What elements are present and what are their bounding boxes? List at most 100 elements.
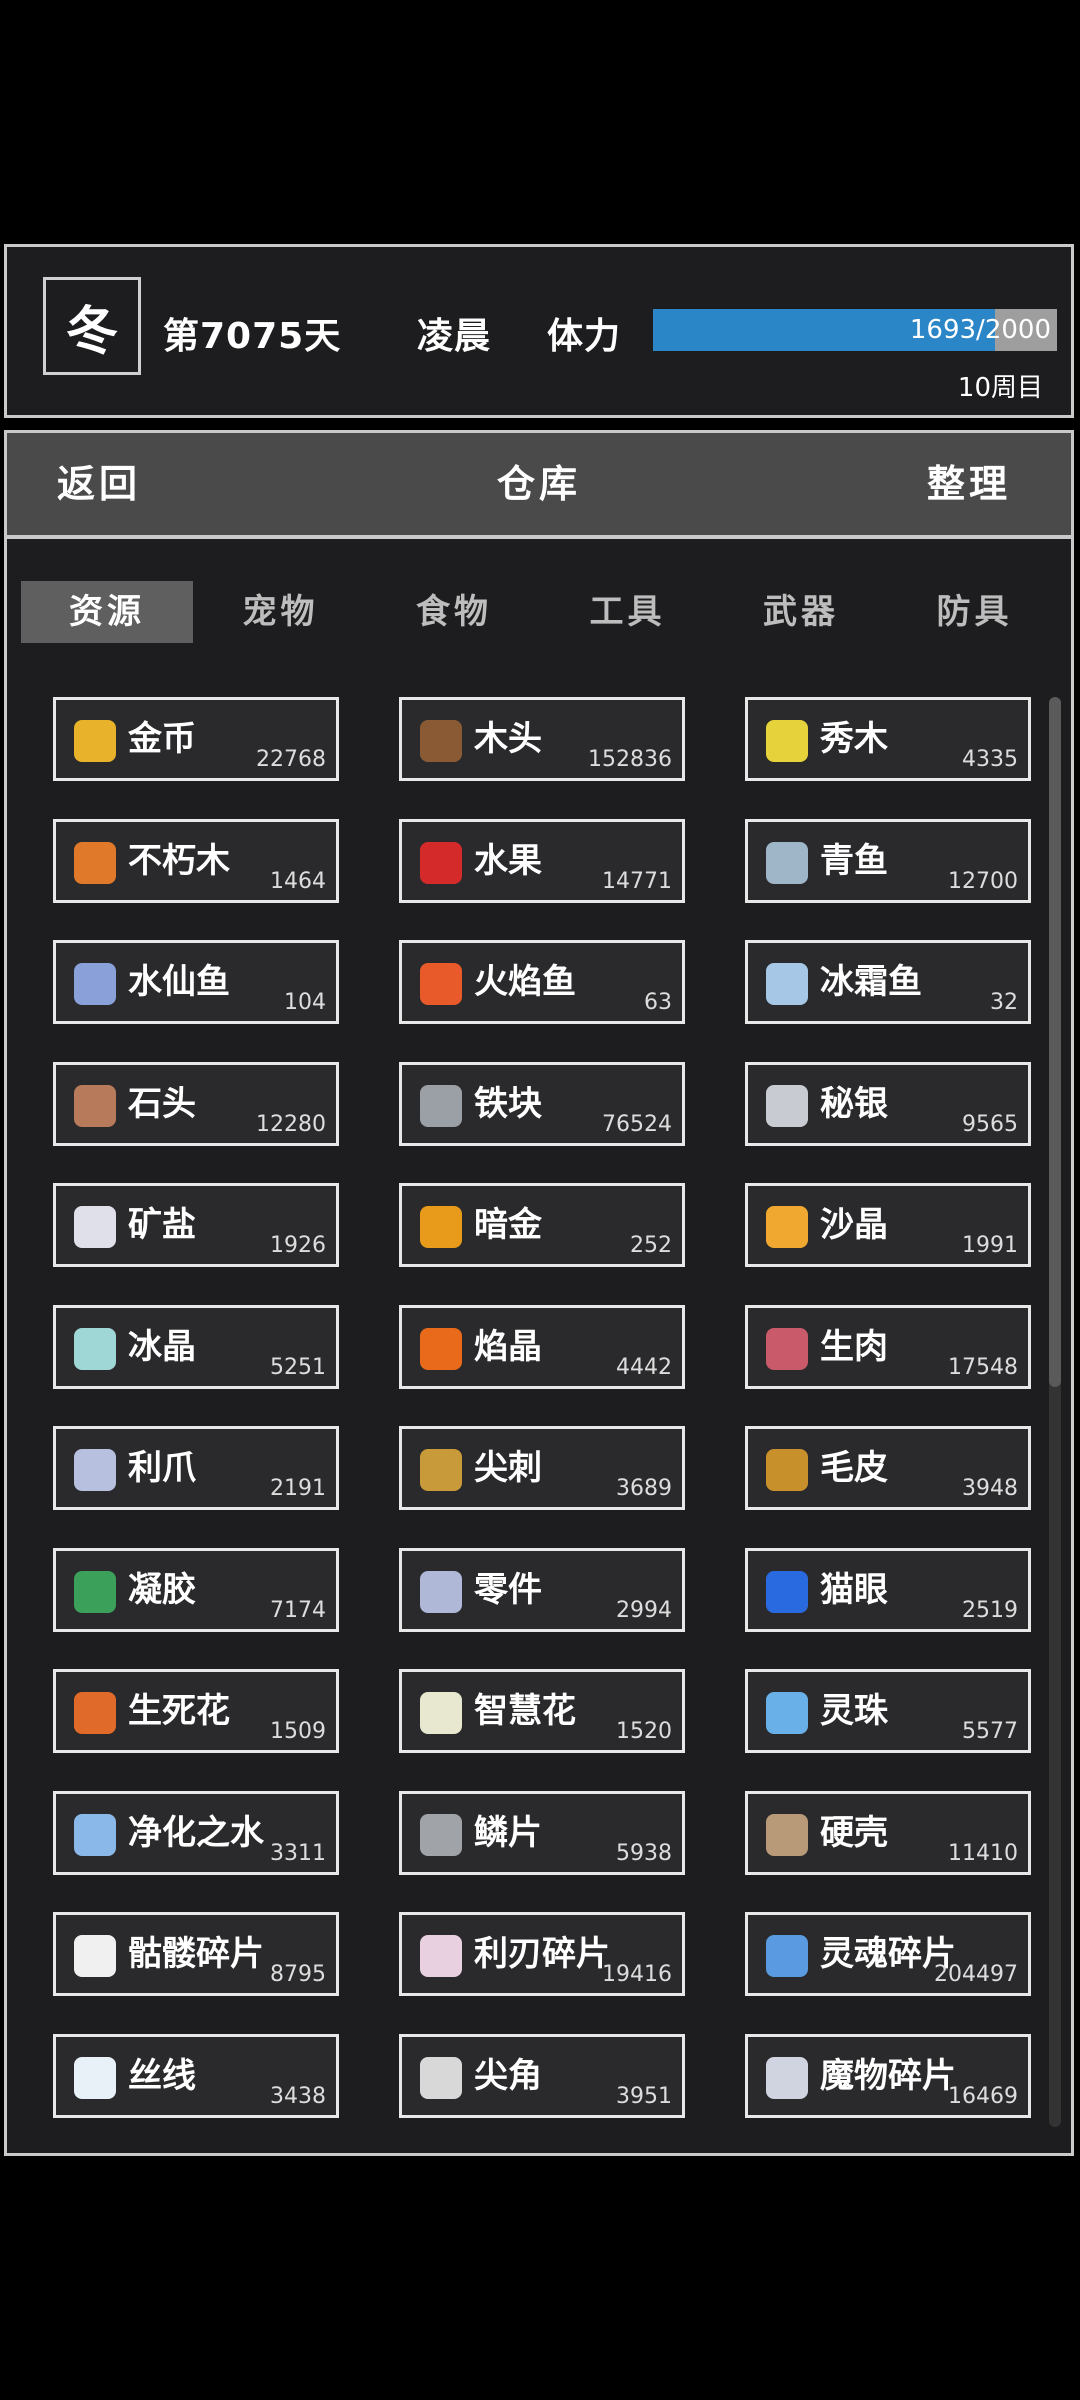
sort-button[interactable]: 整理 xyxy=(927,433,1011,535)
spirit-orb-icon xyxy=(766,1692,808,1734)
item-card[interactable]: 零件 2994 xyxy=(399,1547,685,1632)
item-count: 16469 xyxy=(948,2083,1018,2109)
item-card[interactable]: 矿盐 1926 xyxy=(53,1183,339,1267)
item-name: 利爪 xyxy=(128,1448,196,1488)
item-card[interactable]: 毛皮 3948 xyxy=(745,1426,1031,1510)
item-count: 12700 xyxy=(948,868,1018,894)
item-name: 零件 xyxy=(474,1569,542,1610)
white-flower-icon xyxy=(420,1692,462,1734)
item-count: 3689 xyxy=(616,1476,672,1501)
item-name: 铁块 xyxy=(474,1083,542,1124)
item-count: 1926 xyxy=(270,1233,326,1258)
monster-shard-icon xyxy=(766,2056,808,2099)
item-card[interactable]: 水仙鱼 104 xyxy=(53,940,339,1024)
item-card[interactable]: 生肉 17548 xyxy=(745,1304,1031,1389)
item-count: 1509 xyxy=(270,1719,326,1744)
item-card[interactable]: 凝胶 7174 xyxy=(53,1547,339,1632)
claw-icon xyxy=(74,1449,116,1491)
sand-crystal-icon xyxy=(766,1206,808,1248)
item-count: 1464 xyxy=(270,868,326,894)
item-card[interactable]: 灵珠 5577 xyxy=(745,1669,1031,1753)
time-of-day: 凌晨 xyxy=(417,316,492,357)
tab-1[interactable]: 宠物 xyxy=(195,581,367,643)
item-count: 1520 xyxy=(616,1719,672,1744)
season-badge: 冬 xyxy=(43,277,141,375)
item-card[interactable]: 秘银 9565 xyxy=(745,1061,1031,1146)
rock-icon xyxy=(74,1084,116,1127)
item-card[interactable]: 魔物碎片 16469 xyxy=(745,2033,1031,2118)
item-name: 灵珠 xyxy=(820,1691,888,1731)
item-card[interactable]: 净化之水 3311 xyxy=(53,1790,339,1875)
item-name: 生死花 xyxy=(128,1691,230,1731)
item-count: 9565 xyxy=(962,1111,1018,1137)
item-name: 石头 xyxy=(128,1083,196,1124)
item-card[interactable]: 鳞片 5938 xyxy=(399,1790,685,1875)
salt-icon xyxy=(74,1206,116,1248)
item-count: 204497 xyxy=(934,1962,1018,1987)
item-card[interactable]: 智慧花 1520 xyxy=(399,1669,685,1753)
item-card[interactable]: 不朽木 1464 xyxy=(53,818,339,903)
item-card[interactable]: 硬壳 11410 xyxy=(745,1790,1031,1875)
item-count: 4335 xyxy=(962,747,1018,772)
item-card[interactable]: 秀木 4335 xyxy=(745,697,1031,781)
item-card[interactable]: 沙晶 1991 xyxy=(745,1183,1031,1267)
ice-crystal-icon xyxy=(74,1327,116,1370)
item-card[interactable]: 利爪 2191 xyxy=(53,1426,339,1510)
tab-3[interactable]: 工具 xyxy=(542,581,714,643)
item-card[interactable]: 丝线 3438 xyxy=(53,2033,339,2118)
item-card[interactable]: 暗金 252 xyxy=(399,1183,685,1267)
item-count: 12280 xyxy=(256,1111,326,1137)
small-fish-icon xyxy=(74,963,116,1005)
item-name: 矿盐 xyxy=(128,1205,196,1245)
scrollbar[interactable] xyxy=(1049,697,1061,2127)
item-name: 沙晶 xyxy=(820,1205,888,1245)
item-name: 秘银 xyxy=(820,1083,888,1124)
item-card[interactable]: 尖刺 3689 xyxy=(399,1426,685,1510)
item-card[interactable]: 铁块 76524 xyxy=(399,1061,685,1146)
scrollbar-thumb[interactable] xyxy=(1049,697,1061,1387)
item-card[interactable]: 冰霜鱼 32 xyxy=(745,940,1031,1024)
raw-meat-icon xyxy=(766,1327,808,1370)
tab-0[interactable]: 资源 xyxy=(21,581,193,643)
item-card[interactable]: 木头 152836 xyxy=(399,697,685,781)
item-name: 鳞片 xyxy=(474,1812,542,1853)
orange-flower-icon xyxy=(74,1692,116,1734)
page-title: 仓库 xyxy=(496,462,581,506)
item-card[interactable]: 金币 22768 xyxy=(53,697,339,781)
item-name: 净化之水 xyxy=(128,1812,264,1853)
item-card[interactable]: 生死花 1509 xyxy=(53,1669,339,1753)
apple-icon xyxy=(420,841,462,884)
item-count: 4442 xyxy=(616,1354,672,1380)
item-name: 丝线 xyxy=(128,2055,196,2096)
tab-4[interactable]: 武器 xyxy=(715,581,887,643)
item-card[interactable]: 尖角 3951 xyxy=(399,2033,685,2118)
item-name: 冰晶 xyxy=(128,1326,196,1367)
item-name: 尖角 xyxy=(474,2055,542,2096)
item-card[interactable]: 焰晶 4442 xyxy=(399,1304,685,1389)
tab-5[interactable]: 防具 xyxy=(889,581,1061,643)
fish-icon xyxy=(766,841,808,884)
item-count: 3311 xyxy=(270,1840,326,1866)
dark-gold-icon xyxy=(420,1206,462,1248)
item-card[interactable]: 水果 14771 xyxy=(399,818,685,903)
item-card[interactable]: 骷髅碎片 8795 xyxy=(53,1912,339,1996)
item-count: 19416 xyxy=(602,1962,672,1987)
item-card[interactable]: 石头 12280 xyxy=(53,1061,339,1146)
item-card[interactable]: 猫眼 2519 xyxy=(745,1547,1031,1632)
item-name: 硬壳 xyxy=(820,1812,888,1853)
item-card[interactable]: 冰晶 5251 xyxy=(53,1304,339,1389)
item-card[interactable]: 火焰鱼 63 xyxy=(399,940,685,1024)
item-name: 暗金 xyxy=(474,1205,542,1245)
item-count: 17548 xyxy=(948,1354,1018,1380)
item-count: 3438 xyxy=(270,2083,326,2109)
item-count: 2519 xyxy=(962,1597,1018,1623)
item-count: 76524 xyxy=(602,1111,672,1137)
fire-crystal-icon xyxy=(420,1327,462,1370)
item-card[interactable]: 灵魂碎片 204497 xyxy=(745,1912,1031,1996)
item-card[interactable]: 利刃碎片 19416 xyxy=(399,1912,685,1996)
item-name: 金币 xyxy=(128,719,196,759)
tab-2[interactable]: 食物 xyxy=(368,581,540,643)
item-count: 63 xyxy=(644,990,672,1015)
item-card[interactable]: 青鱼 12700 xyxy=(745,818,1031,903)
title-bar: 返回 仓库 整理 xyxy=(4,430,1074,538)
